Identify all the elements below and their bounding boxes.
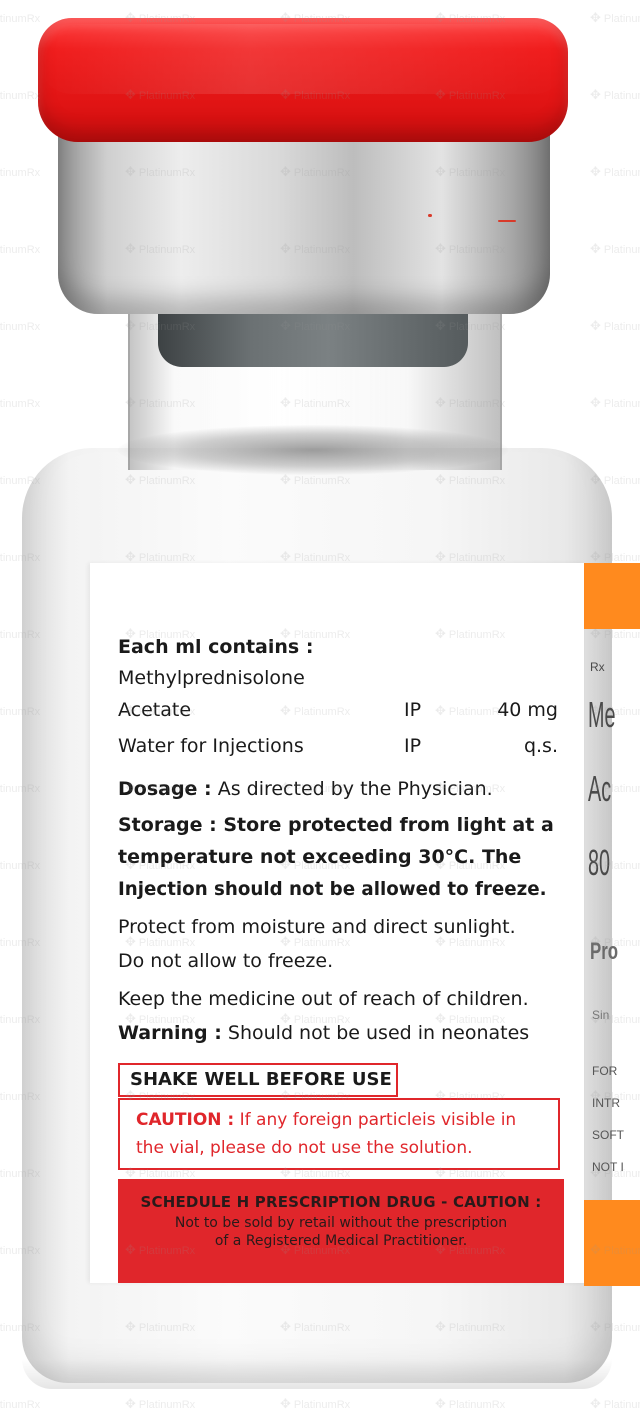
ingredient-quantity: q.s. bbox=[523, 735, 558, 757]
shake-well-box: SHAKE WELL BEFORE USE bbox=[118, 1063, 398, 1097]
protect-text: Do not allow to freeze. bbox=[118, 950, 334, 972]
schedule-text: of a Registered Medical Practitioner. bbox=[214, 1233, 468, 1249]
schedule-h-banner: SCHEDULE H PRESCRIPTION DRUG - CAUTION :… bbox=[118, 1179, 564, 1283]
storage-text: Injection should not be allowed to freez… bbox=[118, 878, 547, 900]
watermark-logo-icon: ✥ bbox=[590, 1396, 601, 1411]
watermark: ✥PlatinumRx bbox=[0, 90, 41, 102]
watermark: ✥PlatinumRx bbox=[0, 244, 41, 256]
watermark: ✥PlatinumRx bbox=[590, 241, 640, 256]
watermark-logo-icon: ✥ bbox=[590, 87, 601, 102]
watermark-logo-icon: ✥ bbox=[590, 164, 601, 179]
side-label-rx: Rx bbox=[590, 660, 605, 674]
watermark: ✥PlatinumRx bbox=[590, 87, 640, 102]
keep-away-text: Keep the medicine out of reach of childr… bbox=[118, 988, 529, 1010]
side-label-text: Sin bbox=[592, 1008, 610, 1022]
ingredient-row: Methylprednisolone bbox=[118, 667, 558, 693]
watermark: ✥PlatinumRx bbox=[0, 1399, 41, 1411]
storage-text: Store protected from light at a bbox=[223, 814, 554, 836]
side-label-band bbox=[584, 563, 640, 629]
caution-line: CAUTION : If any foreign particleis visi… bbox=[136, 1106, 558, 1134]
ingredient-quantity: 40 mg bbox=[497, 699, 558, 721]
schedule-text: Not to be sold by retail without the pre… bbox=[174, 1215, 508, 1231]
watermark: ✥PlatinumRx bbox=[125, 1396, 196, 1411]
storage-text: temperature not exceeding 30°C. The bbox=[118, 846, 522, 868]
watermark: ✥PlatinumRx bbox=[590, 164, 640, 179]
watermark: ✥PlatinumRx bbox=[590, 10, 640, 25]
caution-text: the vial, please do not use the solution… bbox=[136, 1138, 473, 1158]
caution-box: CAUTION : If any foreign particleis visi… bbox=[118, 1098, 560, 1170]
ingredient-name: Water for Injections bbox=[118, 735, 304, 757]
watermark: ✥PlatinumRx bbox=[0, 167, 41, 179]
watermark: ✥PlatinumRx bbox=[0, 13, 41, 25]
watermark: ✥PlatinumRx bbox=[590, 395, 640, 410]
side-label-text: NOT I bbox=[592, 1160, 624, 1174]
watermark-logo-icon: ✥ bbox=[590, 318, 601, 333]
warning-label: Warning : bbox=[118, 1022, 222, 1044]
side-label-text: INTR bbox=[592, 1096, 620, 1110]
composition-heading: Each ml contains : bbox=[118, 636, 314, 658]
ingredient-name: Methylprednisolone bbox=[118, 667, 305, 689]
seal-mark bbox=[498, 220, 516, 222]
side-label-text: Ac bbox=[588, 768, 612, 809]
ingredient-standard: IP bbox=[404, 699, 422, 721]
watermark-logo-icon: ✥ bbox=[590, 10, 601, 25]
watermark: ✥PlatinumRx bbox=[435, 1396, 506, 1411]
vial-neck-shadow bbox=[118, 425, 508, 475]
storage-label: Storage : bbox=[118, 814, 217, 836]
side-label-text: Pro bbox=[590, 938, 619, 965]
watermark: ✥PlatinumRx bbox=[590, 318, 640, 333]
aluminium-crimp-seal bbox=[58, 132, 550, 314]
schedule-title: SCHEDULE H PRESCRIPTION DRUG - CAUTION : bbox=[140, 1193, 542, 1211]
dosage-line: Dosage : As directed by the Physician. bbox=[118, 777, 493, 801]
side-label-text: SOFT bbox=[592, 1128, 624, 1142]
side-label-text: Me bbox=[588, 694, 616, 735]
watermark-logo-icon: ✥ bbox=[590, 241, 601, 256]
side-label-text: FOR bbox=[592, 1064, 618, 1078]
warning-text: Should not be used in neonates bbox=[227, 1022, 530, 1044]
ingredient-row: Water for Injections IP q.s. bbox=[118, 735, 558, 761]
rubber-stopper bbox=[158, 305, 468, 367]
dosage-label: Dosage : bbox=[118, 778, 212, 800]
ingredient-row: Acetate IP 40 mg bbox=[118, 699, 558, 725]
storage-line: Storage : Store protected from light at … bbox=[118, 813, 554, 837]
protect-text: Protect from moisture and direct sunligh… bbox=[118, 916, 516, 938]
dosage-text: As directed by the Physician. bbox=[217, 778, 493, 800]
side-label-band bbox=[584, 1200, 640, 1286]
seal-mark bbox=[428, 214, 432, 217]
side-label-text: 80 bbox=[588, 842, 611, 883]
watermark-logo-icon: ✥ bbox=[125, 1396, 136, 1411]
watermark-logo-icon: ✥ bbox=[280, 1396, 291, 1411]
ingredient-standard: IP bbox=[404, 735, 422, 757]
watermark: ✥PlatinumRx bbox=[0, 321, 41, 333]
ingredient-name: Acetate bbox=[118, 699, 192, 721]
flip-off-cap bbox=[38, 18, 568, 142]
product-photo: Rx Me Ac 80 Pro Sin FOR INTR SOFT NOT I … bbox=[0, 0, 640, 1422]
watermark: ✥PlatinumRx bbox=[0, 398, 41, 410]
caution-label: CAUTION : bbox=[136, 1110, 235, 1130]
watermark: ✥PlatinumRx bbox=[280, 1396, 351, 1411]
vial-label: Each ml contains : Methylprednisolone Ac… bbox=[90, 563, 584, 1283]
watermark-logo-icon: ✥ bbox=[590, 395, 601, 410]
caution-text: If any foreign particleis visible in bbox=[239, 1110, 517, 1130]
watermark-logo-icon: ✥ bbox=[435, 1396, 446, 1411]
watermark: ✥PlatinumRx bbox=[590, 1396, 640, 1411]
warning-line: Warning : Should not be used in neonates bbox=[118, 1021, 529, 1045]
